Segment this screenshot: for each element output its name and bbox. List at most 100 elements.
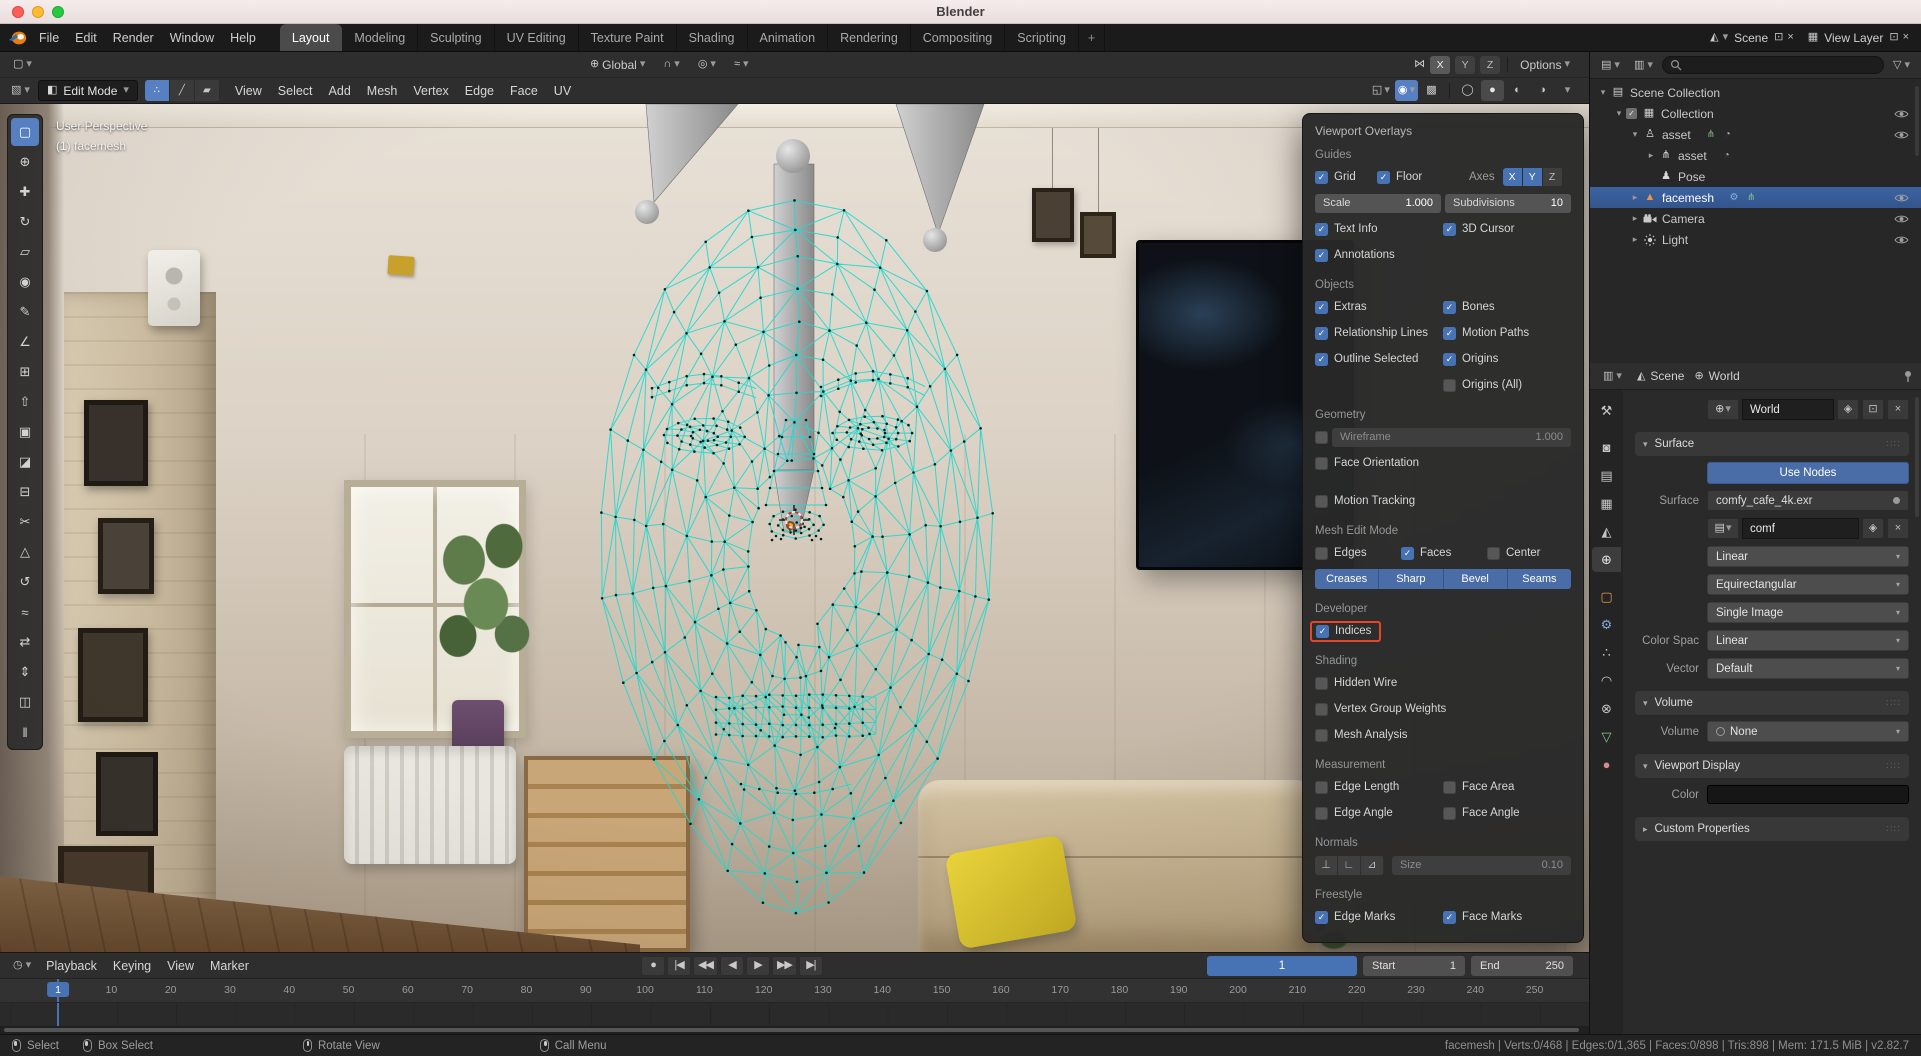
overlay-toggle-seams[interactable]: Seams (1508, 569, 1571, 589)
overlay-check-edge-length[interactable]: Edge Length (1315, 781, 1439, 794)
expand-arrow-icon[interactable]: ▾ (1596, 87, 1610, 98)
workspace-tab-texture-paint[interactable]: Texture Paint (579, 24, 677, 51)
outliner-row-asset[interactable]: ▸⋔asset◔ (1590, 145, 1921, 166)
tool-smooth-button[interactable]: ≈ (11, 598, 39, 626)
workspace-tab-modeling[interactable]: Modeling (342, 24, 418, 51)
properties-scrollbar[interactable] (1915, 397, 1919, 517)
prop-dropdown-single-image[interactable]: Single Image▾ (1707, 602, 1909, 623)
topbar-menu-edit[interactable]: Edit (67, 24, 105, 51)
workspace-tab-uv-editing[interactable]: UV Editing (495, 24, 579, 51)
viewport-menu-vertex[interactable]: Vertex (405, 84, 456, 98)
datablock-browse-button[interactable]: ⊕▾ (1707, 399, 1739, 420)
overlay-check-extras[interactable]: ✓Extras (1315, 301, 1439, 314)
tool-rotate-button[interactable]: ↻ (11, 208, 39, 236)
next-keyframe-button[interactable]: ▶▶ (772, 956, 797, 976)
jump-start-button[interactable]: |◀ (667, 956, 691, 976)
topbar-menu-help[interactable]: Help (222, 24, 264, 51)
workspace-tab-compositing[interactable]: Compositing (911, 24, 1005, 51)
timeline-tracks[interactable] (0, 1003, 1589, 1026)
outliner-search-input[interactable] (1662, 56, 1884, 74)
play-button[interactable]: ▶ (746, 956, 770, 976)
outliner-row-asset[interactable]: ▾♙asset⋔◔ (1590, 124, 1921, 145)
jump-end-button[interactable]: ▶| (799, 956, 823, 976)
play-reverse-button[interactable]: ◀ (720, 956, 744, 976)
auto-key-button[interactable]: ● (641, 956, 665, 976)
axis-z-toggle[interactable]: Z (1543, 168, 1563, 186)
viewport-menu-mesh[interactable]: Mesh (359, 84, 406, 98)
imageblock-browse-button[interactable]: ▤▾ (1707, 518, 1739, 539)
prop-dropdown-default[interactable]: Default▾ (1707, 658, 1909, 679)
viewport-menu-face[interactable]: Face (502, 84, 546, 98)
close-button[interactable]: × (1887, 518, 1909, 539)
face-select-button[interactable]: ▰ (195, 80, 220, 101)
vertex-select-button[interactable]: ∴ (145, 80, 170, 101)
use-nodes-button[interactable]: Use Nodes (1707, 462, 1909, 484)
overlay-check-center[interactable]: Center (1487, 547, 1569, 560)
overlay-check-origins-all[interactable]: Origins (All) (1443, 379, 1522, 392)
tool-scale-button[interactable]: ▱ (11, 238, 39, 266)
timeline-scrollbar[interactable] (0, 1026, 1589, 1034)
overlay-check-edge-angle[interactable]: Edge Angle (1315, 807, 1439, 820)
viewport-3d[interactable]: ▢⊕✚↻▱◉✎∠⊞⇧▣◪⊟✂△↺≈⇄⇕◫‖ User Perspective (… (0, 104, 1589, 952)
overlay-check-face-area[interactable]: Face Area (1443, 781, 1567, 794)
color-swatch[interactable] (1707, 785, 1909, 804)
overlay-check-3d-cursor[interactable]: ✓3D Cursor (1443, 223, 1567, 236)
blender-logo-icon[interactable] (8, 24, 27, 51)
outliner-row-camera[interactable]: ▸Camera (1590, 208, 1921, 229)
copy-button[interactable]: ⊡ (1862, 399, 1884, 420)
overlay-check-face-orientation[interactable]: Face Orientation (1315, 457, 1419, 470)
panel-header-volume[interactable]: ▾Volume∷∷ (1635, 691, 1909, 715)
overlays-toggle-button[interactable]: ◉▾ (1395, 80, 1418, 101)
outliner-row-collection[interactable]: ▾✓▦Collection (1590, 103, 1921, 124)
current-frame-indicator[interactable]: 1 (47, 982, 69, 997)
outliner-scrollbar[interactable] (1915, 86, 1919, 156)
overlay-check-motion-tracking[interactable]: Motion Tracking (1315, 495, 1415, 508)
options-dropdown[interactable]: Options▾ (1515, 55, 1575, 75)
close-button[interactable]: × (1887, 399, 1909, 420)
outliner-row-light[interactable]: ▸Light (1590, 229, 1921, 250)
overlay-check-vertex-group-weights[interactable]: Vertex Group Weights (1315, 703, 1446, 716)
prop-dropdown-linear[interactable]: Linear▾ (1707, 630, 1909, 651)
topbar-menu-render[interactable]: Render (105, 24, 162, 51)
workspace-tab-rendering[interactable]: Rendering (828, 24, 911, 51)
tool-inset-faces-button[interactable]: ▣ (11, 418, 39, 446)
viewport-menu-edge[interactable]: Edge (457, 84, 502, 98)
tool-transform-button[interactable]: ◉ (11, 268, 39, 296)
overlay-slider-size[interactable]: Size0.10 (1392, 856, 1571, 875)
properties-tab-view-layer[interactable]: ▦ (1592, 491, 1621, 516)
mirror-axis-x-button[interactable]: X (1430, 56, 1450, 74)
falloff-dropdown[interactable]: ≈▾ (729, 55, 754, 75)
zoom-window-button[interactable] (52, 6, 64, 18)
overlay-check-indices[interactable]: ✓Indices (1316, 625, 1371, 638)
facemesh-wireframe[interactable] (580, 184, 1020, 944)
tool-move-button[interactable]: ✚ (11, 178, 39, 206)
overlay-check-floor[interactable]: ✓Floor (1377, 171, 1463, 184)
tool-cursor-button[interactable]: ⊕ (11, 148, 39, 176)
overlay-check-origins[interactable]: ✓Origins (1443, 353, 1567, 366)
expand-arrow-icon[interactable]: ▸ (1628, 213, 1642, 224)
transform-orientation-dropdown[interactable]: ⊕Global▾ (585, 55, 650, 75)
overlay-check-grid[interactable]: ✓Grid (1315, 171, 1373, 184)
tool-knife-button[interactable]: ✂ (11, 508, 39, 536)
add-workspace-button[interactable]: + (1079, 24, 1105, 51)
expand-arrow-icon[interactable]: ▾ (1612, 108, 1626, 119)
tool-measure-button[interactable]: ∠ (11, 328, 39, 356)
overlay-check-relationship-lines[interactable]: ✓Relationship Lines (1315, 327, 1439, 340)
xray-toggle-button[interactable]: ▩ (1420, 80, 1443, 101)
tool-annotate-button[interactable]: ✎ (11, 298, 39, 326)
visibility-eye-icon[interactable] (1893, 214, 1909, 224)
viewport-menu-uv[interactable]: UV (546, 84, 579, 98)
shading-material-button[interactable]: ◐ (1506, 80, 1529, 101)
properties-tab-physics[interactable]: ◠ (1592, 668, 1621, 693)
overlay-check-hidden-wire[interactable]: Hidden Wire (1315, 677, 1397, 690)
overlay-check-edges[interactable]: Edges (1315, 547, 1397, 560)
topbar-menu-window[interactable]: Window (162, 24, 222, 51)
pin-icon[interactable] (1903, 370, 1913, 383)
topbar-menu-file[interactable]: File (31, 24, 67, 51)
properties-tab-object-data[interactable]: ▽ (1592, 724, 1621, 749)
viewport-menu-add[interactable]: Add (321, 84, 359, 98)
overlay-check-faces[interactable]: ✓Faces (1401, 547, 1483, 560)
overlay-check-bones[interactable]: ✓Bones (1443, 301, 1567, 314)
editor-type-button[interactable]: ▤▾ (1596, 55, 1625, 75)
timeline-menu-keying[interactable]: Keying (105, 959, 159, 973)
